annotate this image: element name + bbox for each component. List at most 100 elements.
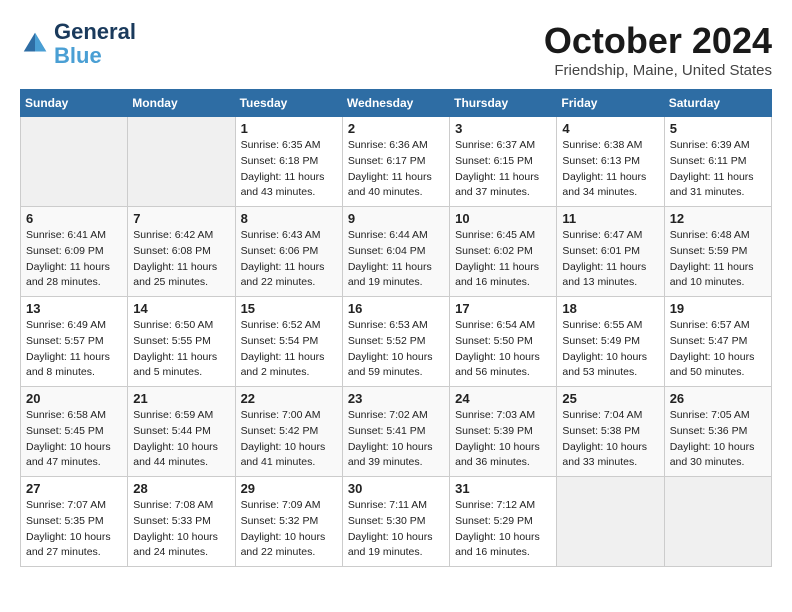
- day-info: Sunrise: 6:43 AM Sunset: 6:06 PM Dayligh…: [241, 228, 337, 291]
- day-info: Sunrise: 7:09 AM Sunset: 5:32 PM Dayligh…: [241, 498, 337, 561]
- calendar-cell: [128, 117, 235, 207]
- day-info: Sunrise: 6:35 AM Sunset: 6:18 PM Dayligh…: [241, 138, 337, 201]
- calendar-table: SundayMondayTuesdayWednesdayThursdayFrid…: [20, 89, 772, 567]
- calendar-cell: 14Sunrise: 6:50 AM Sunset: 5:55 PM Dayli…: [128, 297, 235, 387]
- day-info: Sunrise: 6:55 AM Sunset: 5:49 PM Dayligh…: [562, 318, 658, 381]
- day-number: 25: [562, 391, 658, 406]
- day-info: Sunrise: 7:08 AM Sunset: 5:33 PM Dayligh…: [133, 498, 229, 561]
- day-info: Sunrise: 6:57 AM Sunset: 5:47 PM Dayligh…: [670, 318, 766, 381]
- calendar-cell: 28 Sunrise: 7:08 AM Sunset: 5:33 PM Dayli…: [128, 477, 235, 567]
- day-number: 23: [348, 391, 444, 406]
- day-info: Sunrise: 7:04 AM Sunset: 5:38 PM Dayligh…: [562, 408, 658, 471]
- day-number: 21: [133, 391, 229, 406]
- calendar-cell: 3 Sunrise: 6:37 AM Sunset: 6:15 PM Daylig…: [450, 117, 557, 207]
- day-number: 8: [241, 211, 337, 226]
- day-number: 31: [455, 481, 551, 496]
- day-info: Sunrise: 6:37 AM Sunset: 6:15 PM Dayligh…: [455, 138, 551, 201]
- calendar-cell: 1 Sunrise: 6:35 AM Sunset: 6:18 PM Daylig…: [235, 117, 342, 207]
- day-number: 6: [26, 211, 122, 226]
- day-info: Sunrise: 6:59 AM Sunset: 5:44 PM Dayligh…: [133, 408, 229, 471]
- day-number: 5: [670, 121, 766, 136]
- day-number: 7: [133, 211, 229, 226]
- page-header: General Blue October 2024 Friendship, Ma…: [20, 20, 772, 79]
- calendar-week-1: 1 Sunrise: 6:35 AM Sunset: 6:18 PM Daylig…: [21, 117, 772, 207]
- calendar-cell: 23 Sunrise: 7:02 AM Sunset: 5:41 PM Dayli…: [342, 387, 449, 477]
- calendar-cell: 2 Sunrise: 6:36 AM Sunset: 6:17 PM Daylig…: [342, 117, 449, 207]
- day-info: Sunrise: 6:38 AM Sunset: 6:13 PM Dayligh…: [562, 138, 658, 201]
- day-number: 12: [670, 211, 766, 226]
- day-info: Sunrise: 6:50 AM Sunset: 5:55 PM Dayligh…: [133, 318, 229, 381]
- calendar-cell: 4Sunrise: 6:38 AM Sunset: 6:13 PM Daylig…: [557, 117, 664, 207]
- calendar-cell: 9Sunrise: 6:44 AM Sunset: 6:04 PM Daylig…: [342, 207, 449, 297]
- day-number: 30: [348, 481, 444, 496]
- calendar-week-4: 20 Sunrise: 6:58 AM Sunset: 5:45 PM Dayli…: [21, 387, 772, 477]
- day-header-wednesday: Wednesday: [342, 90, 449, 117]
- day-number: 13: [26, 301, 122, 316]
- calendar-week-5: 27Sunrise: 7:07 AM Sunset: 5:35 PM Dayli…: [21, 477, 772, 567]
- day-header-saturday: Saturday: [664, 90, 771, 117]
- day-info: Sunrise: 6:58 AM Sunset: 5:45 PM Dayligh…: [26, 408, 122, 471]
- logo: General Blue: [20, 20, 136, 68]
- day-info: Sunrise: 6:54 AM Sunset: 5:50 PM Dayligh…: [455, 318, 551, 381]
- day-info: Sunrise: 6:53 AM Sunset: 5:52 PM Dayligh…: [348, 318, 444, 381]
- calendar-cell: 10 Sunrise: 6:45 AM Sunset: 6:02 PM Dayli…: [450, 207, 557, 297]
- day-info: Sunrise: 7:03 AM Sunset: 5:39 PM Dayligh…: [455, 408, 551, 471]
- day-info: Sunrise: 6:36 AM Sunset: 6:17 PM Dayligh…: [348, 138, 444, 201]
- logo-icon: [20, 29, 50, 59]
- day-number: 2: [348, 121, 444, 136]
- calendar-week-2: 6Sunrise: 6:41 AM Sunset: 6:09 PM Daylig…: [21, 207, 772, 297]
- calendar-cell: 30 Sunrise: 7:11 AM Sunset: 5:30 PM Dayli…: [342, 477, 449, 567]
- calendar-cell: 19 Sunrise: 6:57 AM Sunset: 5:47 PM Dayli…: [664, 297, 771, 387]
- calendar-cell: 8 Sunrise: 6:43 AM Sunset: 6:06 PM Daylig…: [235, 207, 342, 297]
- calendar-cell: 16 Sunrise: 6:53 AM Sunset: 5:52 PM Dayli…: [342, 297, 449, 387]
- day-info: Sunrise: 7:11 AM Sunset: 5:30 PM Dayligh…: [348, 498, 444, 561]
- calendar-week-3: 13 Sunrise: 6:49 AM Sunset: 5:57 PM Dayli…: [21, 297, 772, 387]
- month-title: October 2024: [544, 20, 772, 62]
- calendar-cell: [557, 477, 664, 567]
- day-info: Sunrise: 6:49 AM Sunset: 5:57 PM Dayligh…: [26, 318, 122, 381]
- day-info: Sunrise: 7:05 AM Sunset: 5:36 PM Dayligh…: [670, 408, 766, 471]
- day-number: 17: [455, 301, 551, 316]
- logo-text: General Blue: [54, 20, 136, 68]
- calendar-cell: 12 Sunrise: 6:48 AM Sunset: 5:59 PM Dayli…: [664, 207, 771, 297]
- day-info: Sunrise: 6:52 AM Sunset: 5:54 PM Dayligh…: [241, 318, 337, 381]
- day-number: 20: [26, 391, 122, 406]
- calendar-cell: 11 Sunrise: 6:47 AM Sunset: 6:01 PM Dayli…: [557, 207, 664, 297]
- calendar-header-row: SundayMondayTuesdayWednesdayThursdayFrid…: [21, 90, 772, 117]
- day-number: 1: [241, 121, 337, 136]
- day-info: Sunrise: 7:12 AM Sunset: 5:29 PM Dayligh…: [455, 498, 551, 561]
- day-info: Sunrise: 6:47 AM Sunset: 6:01 PM Dayligh…: [562, 228, 658, 291]
- day-info: Sunrise: 7:07 AM Sunset: 5:35 PM Dayligh…: [26, 498, 122, 561]
- day-number: 19: [670, 301, 766, 316]
- calendar-cell: 17 Sunrise: 6:54 AM Sunset: 5:50 PM Dayli…: [450, 297, 557, 387]
- day-number: 3: [455, 121, 551, 136]
- day-number: 24: [455, 391, 551, 406]
- calendar-cell: 21 Sunrise: 6:59 AM Sunset: 5:44 PM Dayli…: [128, 387, 235, 477]
- day-number: 26: [670, 391, 766, 406]
- calendar-cell: 31 Sunrise: 7:12 AM Sunset: 5:29 PM Dayli…: [450, 477, 557, 567]
- day-header-monday: Monday: [128, 90, 235, 117]
- day-info: Sunrise: 6:48 AM Sunset: 5:59 PM Dayligh…: [670, 228, 766, 291]
- calendar-cell: 13 Sunrise: 6:49 AM Sunset: 5:57 PM Dayli…: [21, 297, 128, 387]
- calendar-cell: 29Sunrise: 7:09 AM Sunset: 5:32 PM Dayli…: [235, 477, 342, 567]
- day-number: 11: [562, 211, 658, 226]
- day-header-thursday: Thursday: [450, 90, 557, 117]
- calendar-cell: 25 Sunrise: 7:04 AM Sunset: 5:38 PM Dayli…: [557, 387, 664, 477]
- day-header-friday: Friday: [557, 90, 664, 117]
- day-number: 10: [455, 211, 551, 226]
- calendar-cell: [664, 477, 771, 567]
- day-info: Sunrise: 7:02 AM Sunset: 5:41 PM Dayligh…: [348, 408, 444, 471]
- calendar-cell: 24 Sunrise: 7:03 AM Sunset: 5:39 PM Dayli…: [450, 387, 557, 477]
- location: Friendship, Maine, United States: [544, 62, 772, 79]
- day-info: Sunrise: 6:45 AM Sunset: 6:02 PM Dayligh…: [455, 228, 551, 291]
- calendar-cell: 7Sunrise: 6:42 AM Sunset: 6:08 PM Daylig…: [128, 207, 235, 297]
- calendar-cell: 27Sunrise: 7:07 AM Sunset: 5:35 PM Dayli…: [21, 477, 128, 567]
- day-header-tuesday: Tuesday: [235, 90, 342, 117]
- calendar-cell: 5 Sunrise: 6:39 AM Sunset: 6:11 PM Daylig…: [664, 117, 771, 207]
- day-number: 9: [348, 211, 444, 226]
- day-info: Sunrise: 6:39 AM Sunset: 6:11 PM Dayligh…: [670, 138, 766, 201]
- day-number: 16: [348, 301, 444, 316]
- calendar-cell: 6Sunrise: 6:41 AM Sunset: 6:09 PM Daylig…: [21, 207, 128, 297]
- day-number: 15: [241, 301, 337, 316]
- day-number: 28: [133, 481, 229, 496]
